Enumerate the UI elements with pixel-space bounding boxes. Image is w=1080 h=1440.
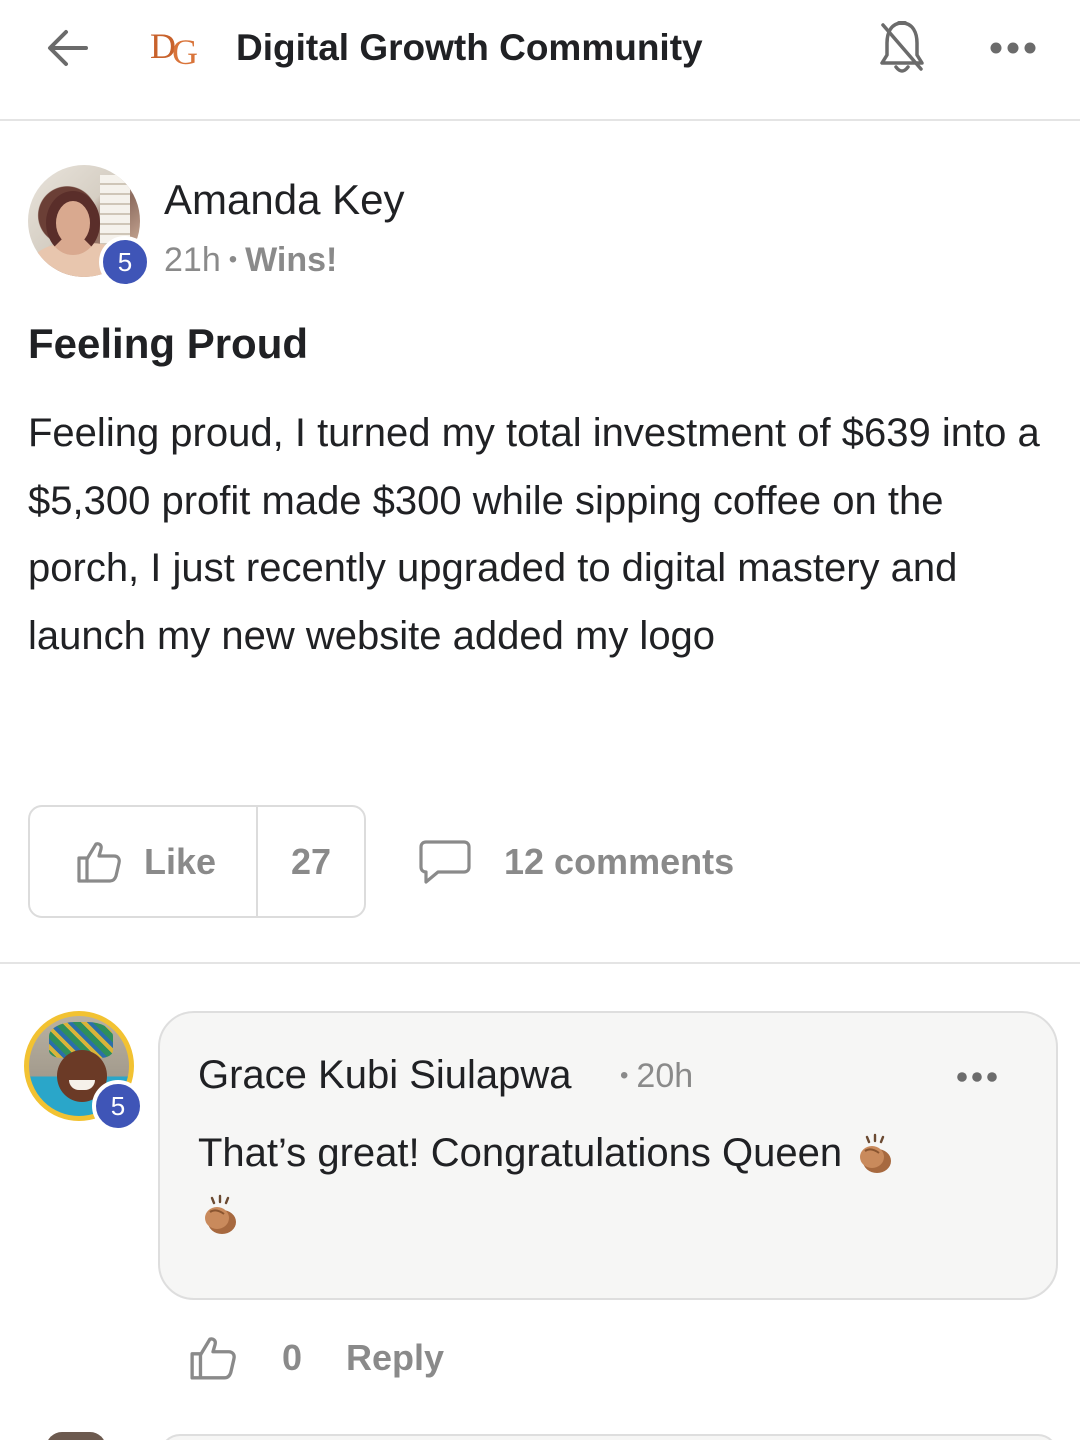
commenter-name[interactable]: Grace Kubi Siulapwa	[198, 1051, 572, 1099]
comment-time-value: 20h	[636, 1057, 694, 1095]
author-level-badge: 5	[99, 236, 151, 288]
comment-time: • 20h	[620, 1054, 693, 1102]
meta-separator: •	[620, 1062, 629, 1089]
commenter-level-badge: 5	[92, 1080, 144, 1132]
like-control: Like 27	[28, 805, 366, 918]
more-horizontal-icon	[990, 42, 1036, 54]
post-body: Feeling proud, I turned my total investm…	[28, 411, 1040, 658]
post-meta: 21h • Wins!	[164, 240, 337, 284]
thumbs-up-icon	[77, 841, 121, 883]
comment-like-count[interactable]: 0	[282, 1337, 302, 1379]
notifications-button[interactable]	[874, 16, 930, 78]
comments-button[interactable]: 12 comments	[418, 832, 734, 892]
post-time: 21h	[164, 241, 221, 279]
like-button[interactable]: Like	[30, 807, 258, 916]
community-title: Digital Growth Community	[236, 27, 703, 68]
clapping-hands-icon	[205, 1194, 236, 1234]
arrow-left-icon	[48, 30, 88, 66]
back-button[interactable]	[40, 22, 96, 74]
like-label: Like	[144, 840, 217, 882]
more-horizontal-icon	[957, 1072, 997, 1082]
avatar-background	[100, 175, 130, 245]
bell-off-icon	[880, 21, 924, 73]
post-author-name[interactable]: Amanda Key	[164, 176, 404, 224]
thumbs-up-icon	[190, 1337, 236, 1380]
community-logo: DG	[150, 26, 198, 72]
avatar-face	[46, 191, 100, 255]
reply-button[interactable]: Reply	[346, 1337, 444, 1379]
next-comment-avatar	[46, 1432, 106, 1440]
post-title: Feeling Proud	[28, 320, 309, 367]
comment-actions: 0 Reply	[188, 1328, 444, 1388]
more-options-button[interactable]	[985, 30, 1041, 66]
comment-text: That’s great! Congratulations Queen	[198, 1120, 1028, 1186]
app-header: DG Digital Growth Community	[0, 0, 1080, 121]
comment-emoji-line	[198, 1194, 242, 1238]
comment-text-value: That’s great! Congratulations Queen	[198, 1131, 843, 1175]
like-count[interactable]: 27	[258, 807, 364, 916]
meta-separator: •	[228, 246, 238, 273]
post-category[interactable]: Wins!	[245, 241, 337, 279]
comments-count-label: 12 comments	[504, 841, 735, 882]
section-divider	[0, 962, 1080, 964]
comment-like-button[interactable]	[188, 1333, 238, 1383]
comment-more-button[interactable]	[950, 1060, 1004, 1094]
next-comment-bubble	[160, 1434, 1058, 1440]
speech-bubble-icon	[419, 840, 471, 884]
clapping-hands-icon	[860, 1134, 892, 1174]
